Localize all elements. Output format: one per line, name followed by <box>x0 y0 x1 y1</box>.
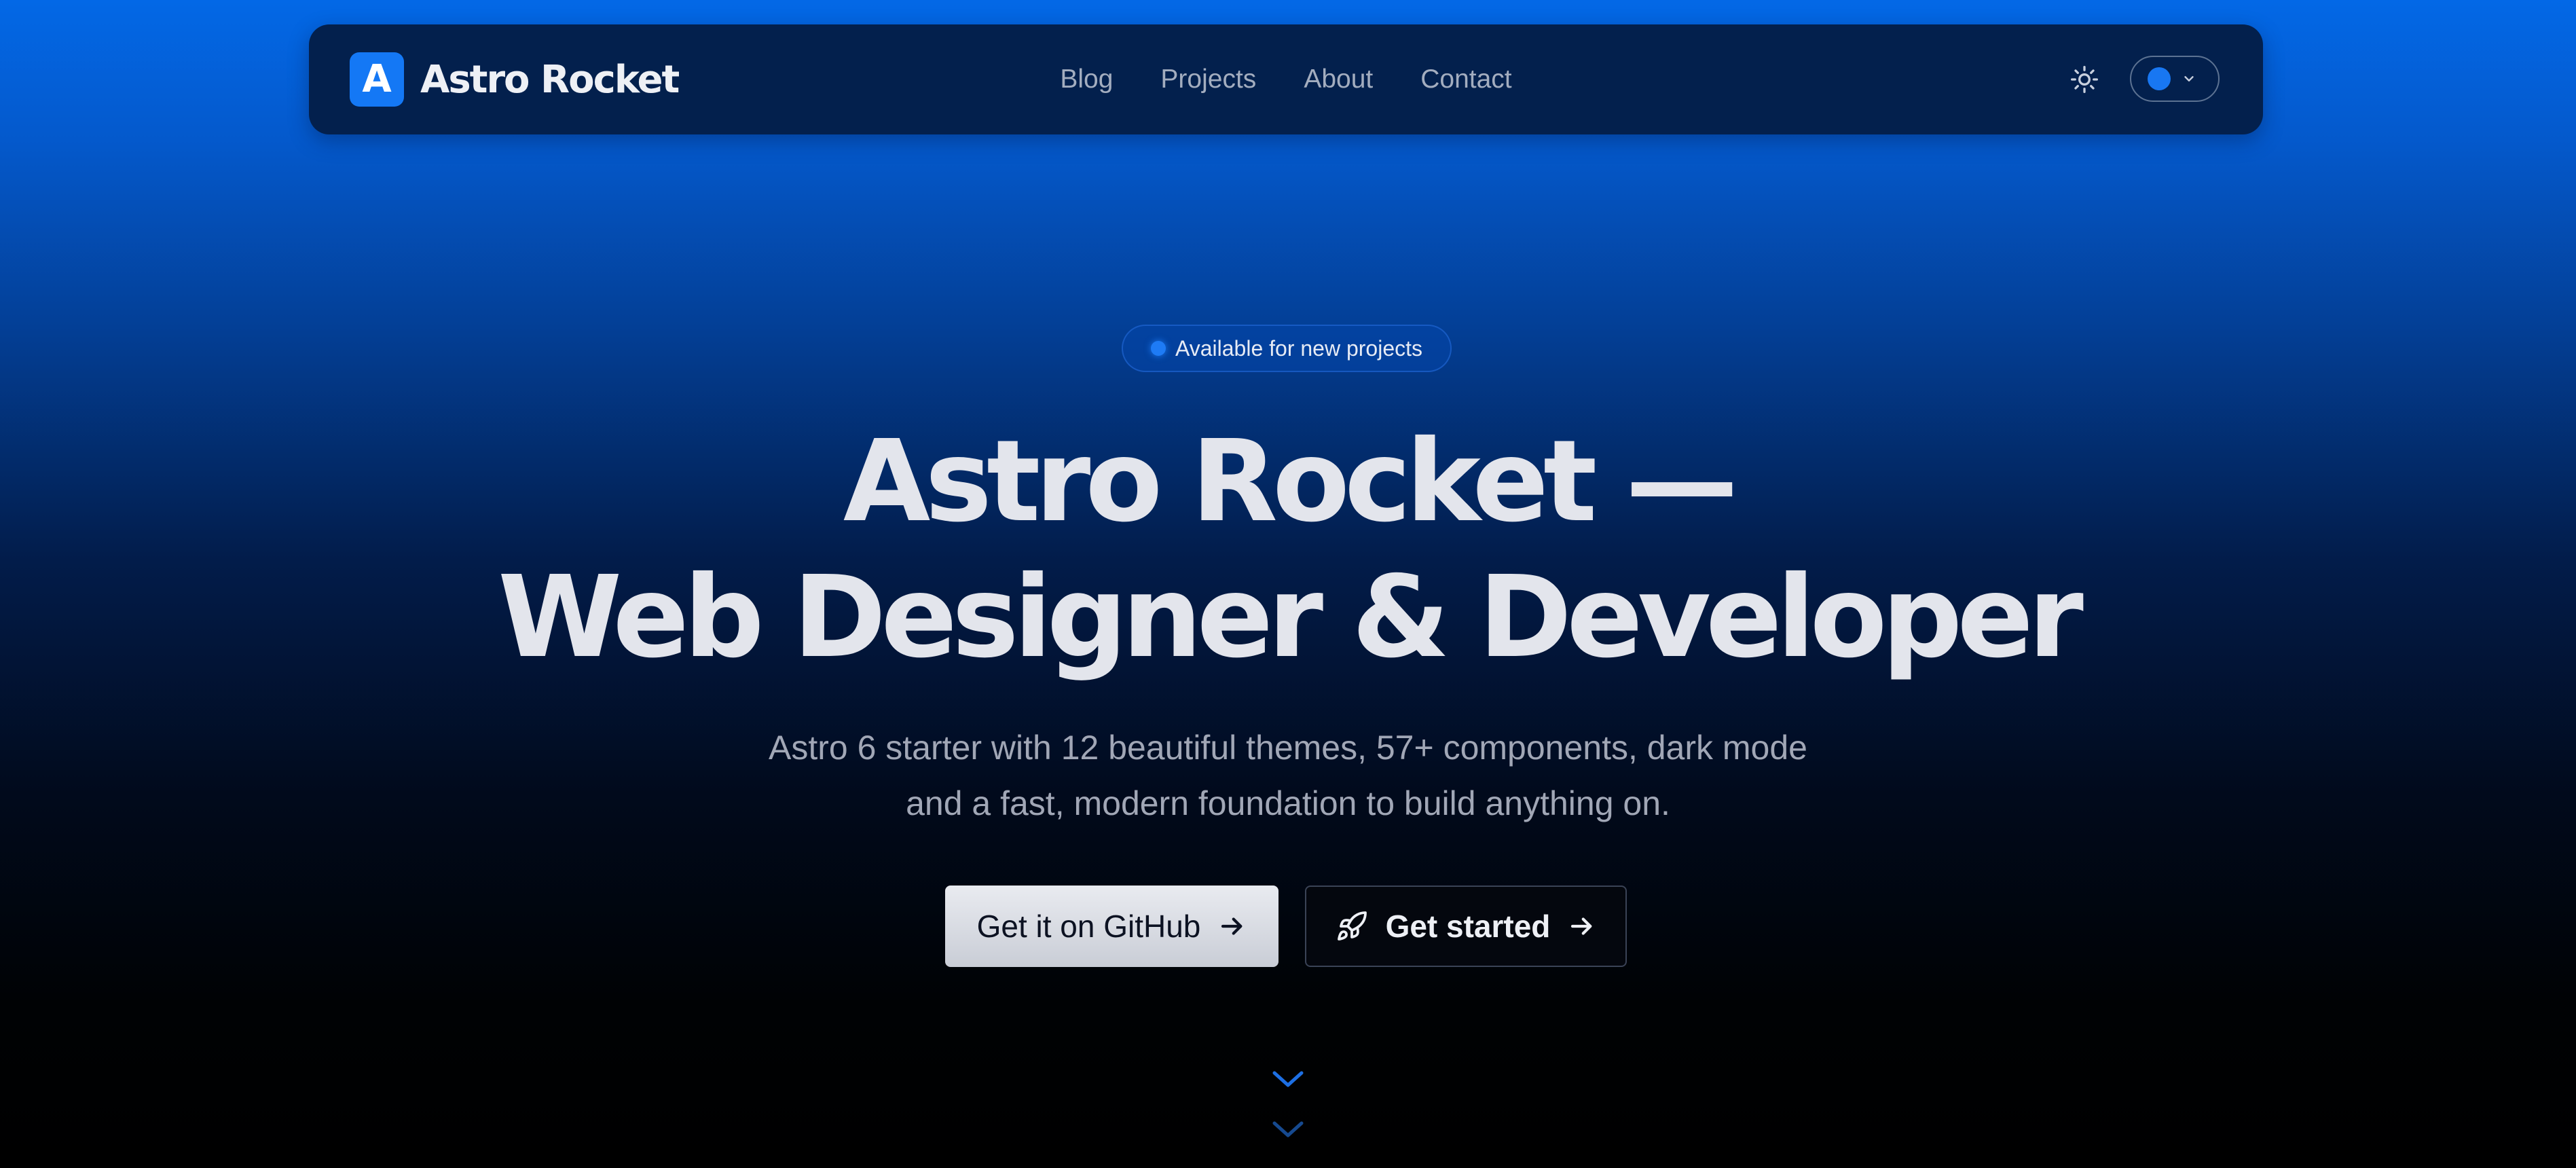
brand-mark-icon: A <box>350 52 404 107</box>
sun-icon <box>2071 66 2098 93</box>
hero-title-line-1: Astro Rocket — <box>843 416 1738 547</box>
brand-logo-link[interactable]: A Astro Rocket <box>350 52 680 107</box>
get-started-button[interactable]: Get started <box>1305 886 1627 967</box>
nav-link-contact[interactable]: Contact <box>1420 65 1511 94</box>
theme-toggle-button[interactable] <box>2067 62 2101 96</box>
availability-badge-text: Available for new projects <box>1175 335 1423 361</box>
nav-link-blog[interactable]: Blog <box>1060 65 1113 94</box>
site-header: A Astro Rocket Blog Projects About Conta… <box>309 24 2263 134</box>
scroll-down-indicator[interactable] <box>1261 1059 1315 1148</box>
brand-name: Astro Rocket <box>420 57 680 102</box>
selected-color-swatch <box>2148 67 2171 90</box>
nav-link-projects[interactable]: Projects <box>1160 65 1256 94</box>
double-chevron-down-icon <box>1272 1071 1304 1137</box>
arrow-right-icon <box>1571 917 1592 935</box>
color-theme-picker[interactable] <box>2130 56 2220 102</box>
rocket-icon <box>1337 911 1367 941</box>
get-started-label: Get started <box>1385 909 1551 944</box>
get-it-on-github-label: Get it on GitHub <box>976 909 1201 944</box>
chevron-down-icon <box>2184 76 2194 81</box>
get-it-on-github-button[interactable]: Get it on GitHub <box>945 886 1278 967</box>
hero-subtitle: Astro 6 starter with 12 beautiful themes… <box>769 729 1807 822</box>
hero-title: Astro Rocket — Web Designer & Developer <box>0 414 2576 686</box>
nav-link-about[interactable]: About <box>1304 65 1373 94</box>
hero-title-line-2: Web Designer & Developer <box>498 552 2084 683</box>
arrow-right-icon <box>1221 917 1243 935</box>
status-dot-icon <box>1150 341 1166 356</box>
availability-badge: Available for new projects <box>1122 325 1452 372</box>
